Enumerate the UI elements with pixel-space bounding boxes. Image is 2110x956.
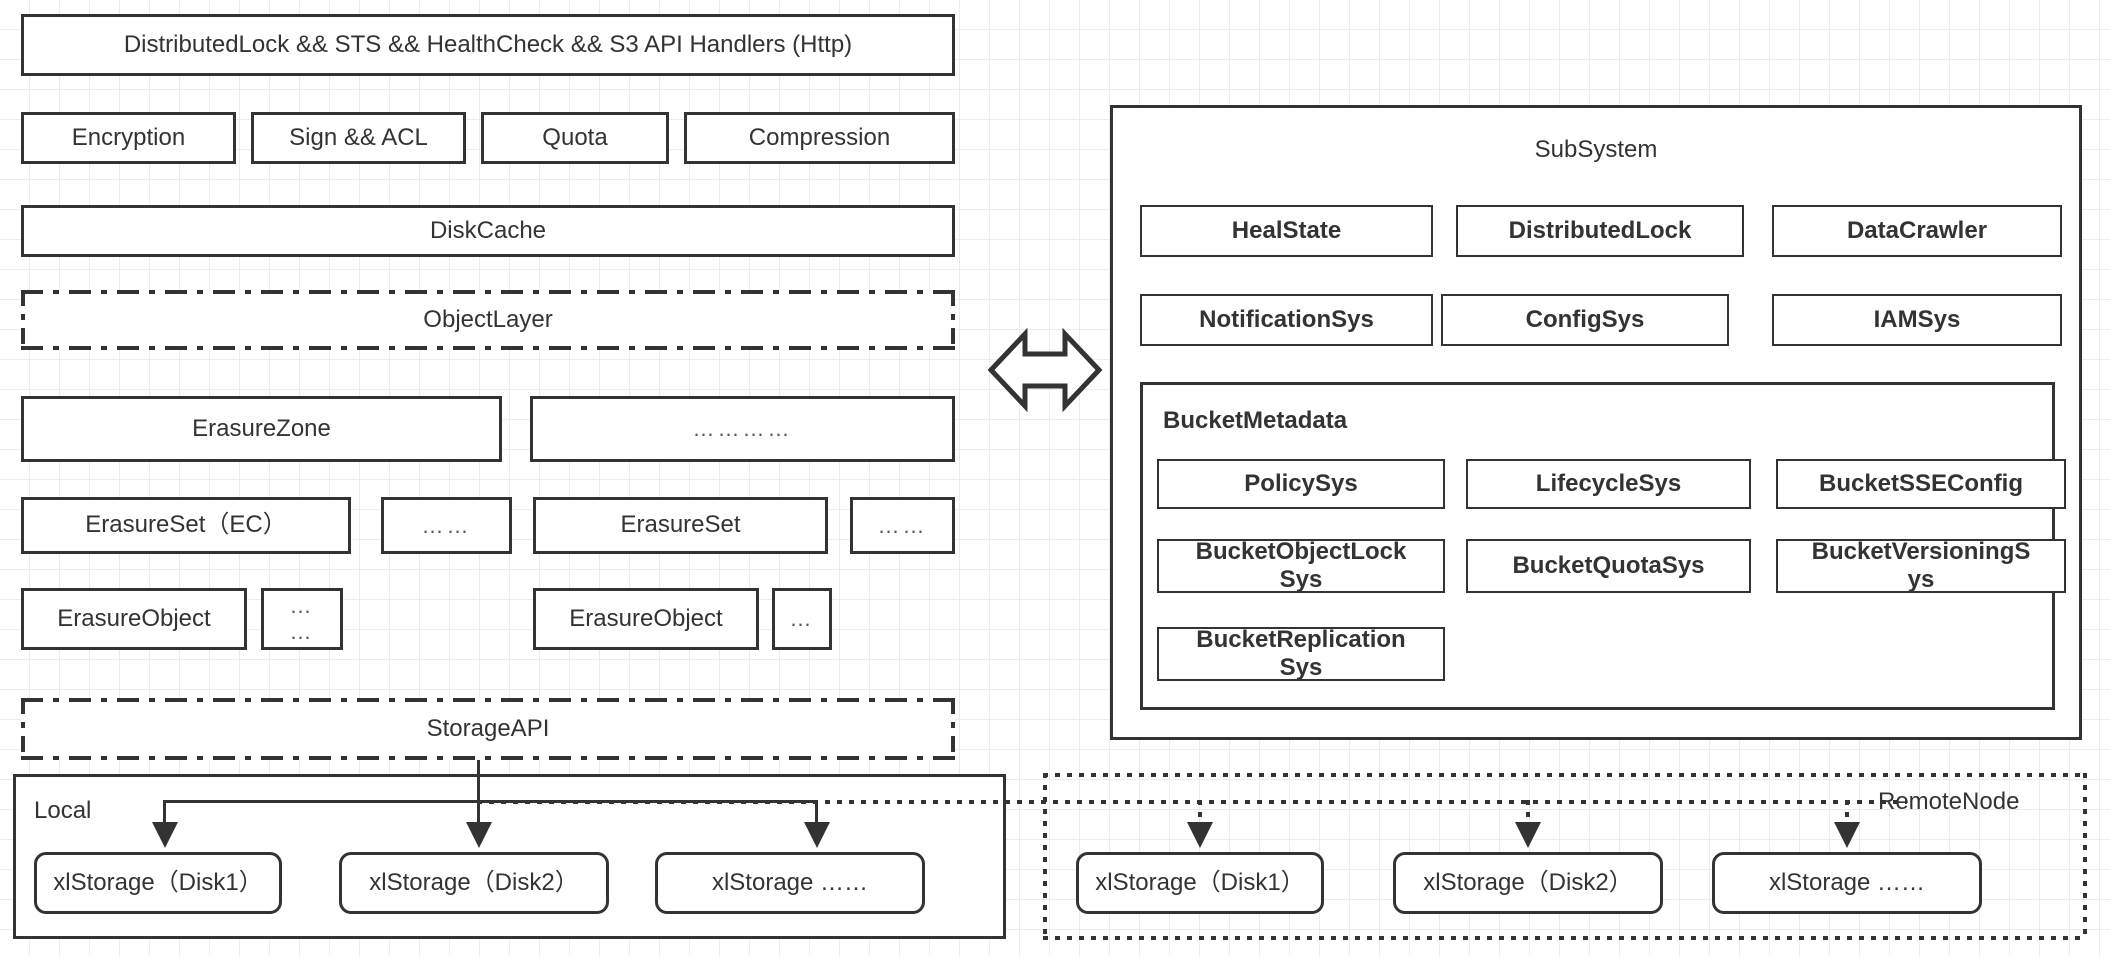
node-erasurezone[interactable]: ErasureZone: [21, 396, 502, 462]
node-erasureset-ec[interactable]: ErasureSet（EC）: [21, 497, 351, 554]
node-erasureobject-2[interactable]: ErasureObject: [533, 588, 759, 650]
arrow-remote-disk-1: [1187, 822, 1213, 848]
node-remote-disk-2[interactable]: xlStorage（Disk2）: [1393, 852, 1663, 914]
node-storageapi[interactable]: StorageAPI: [21, 698, 955, 760]
diagram-canvas: DistributedLock && STS && HealthCheck &&…: [0, 0, 2110, 956]
node-datacrawler[interactable]: DataCrawler: [1772, 205, 2062, 257]
arrow-remote-disk-2: [1515, 822, 1541, 848]
node-bucketsseconfig[interactable]: BucketSSEConfig: [1776, 459, 2066, 509]
node-bucketreplicationsys[interactable]: BucketReplication Sys: [1157, 626, 1445, 681]
node-local-disk-3[interactable]: xlStorage ……: [655, 852, 925, 914]
node-zone-ellipsis: …………: [530, 396, 955, 462]
node-configsys[interactable]: ConfigSys: [1441, 294, 1729, 346]
node-policysys[interactable]: PolicySys: [1157, 459, 1445, 509]
node-sign-acl[interactable]: Sign && ACL: [251, 112, 466, 164]
node-bucketquotasys[interactable]: BucketQuotaSys: [1466, 539, 1751, 593]
node-compression[interactable]: Compression: [684, 112, 955, 164]
node-objectlayer[interactable]: ObjectLayer: [21, 290, 955, 350]
node-object-ellipsis-1: … …: [261, 588, 343, 650]
arrow-local-disk-3: [804, 822, 830, 848]
node-bucketversioningsys[interactable]: BucketVersioningS ys: [1776, 538, 2066, 593]
node-erasureset[interactable]: ErasureSet: [533, 497, 828, 554]
node-local-disk-2[interactable]: xlStorage（Disk2）: [339, 852, 609, 914]
node-encryption[interactable]: Encryption: [21, 112, 236, 164]
node-remote-disk-1[interactable]: xlStorage（Disk1）: [1076, 852, 1324, 914]
node-quota[interactable]: Quota: [481, 112, 669, 164]
bidirectional-arrow-icon: [985, 320, 1105, 425]
node-api-handlers[interactable]: DistributedLock && STS && HealthCheck &&…: [21, 14, 955, 76]
bucket-metadata-label: BucketMetadata: [1163, 407, 1348, 434]
node-object-ellipsis-2: …: [772, 588, 832, 650]
node-remote-disk-3[interactable]: xlStorage ……: [1712, 852, 1982, 914]
node-local-disk-1[interactable]: xlStorage（Disk1）: [34, 852, 282, 914]
node-iamsys[interactable]: IAMSys: [1772, 294, 2062, 346]
node-erasureobject-1[interactable]: ErasureObject: [21, 588, 247, 650]
node-notificationsys[interactable]: NotificationSys: [1140, 294, 1433, 346]
node-set-ellipsis-1: ……: [381, 497, 512, 554]
node-bucketobjectlocksys[interactable]: BucketObjectLock Sys: [1157, 538, 1445, 593]
arrow-remote-disk-3: [1834, 822, 1860, 848]
node-diskcache[interactable]: DiskCache: [21, 205, 955, 257]
arrow-local-disk-2: [466, 822, 492, 848]
node-healstate[interactable]: HealState: [1140, 205, 1433, 257]
subsystem-label: SubSystem: [1534, 136, 1658, 163]
arrow-local-disk-1: [152, 822, 178, 848]
connector-remote-bus: [477, 800, 1907, 804]
node-lifecyclesys[interactable]: LifecycleSys: [1466, 459, 1751, 509]
local-node-label: Local: [34, 797, 92, 824]
node-set-ellipsis-2: ……: [850, 497, 955, 554]
connector-storageapi-trunk: [477, 760, 480, 802]
node-distributedlock[interactable]: DistributedLock: [1456, 205, 1744, 257]
